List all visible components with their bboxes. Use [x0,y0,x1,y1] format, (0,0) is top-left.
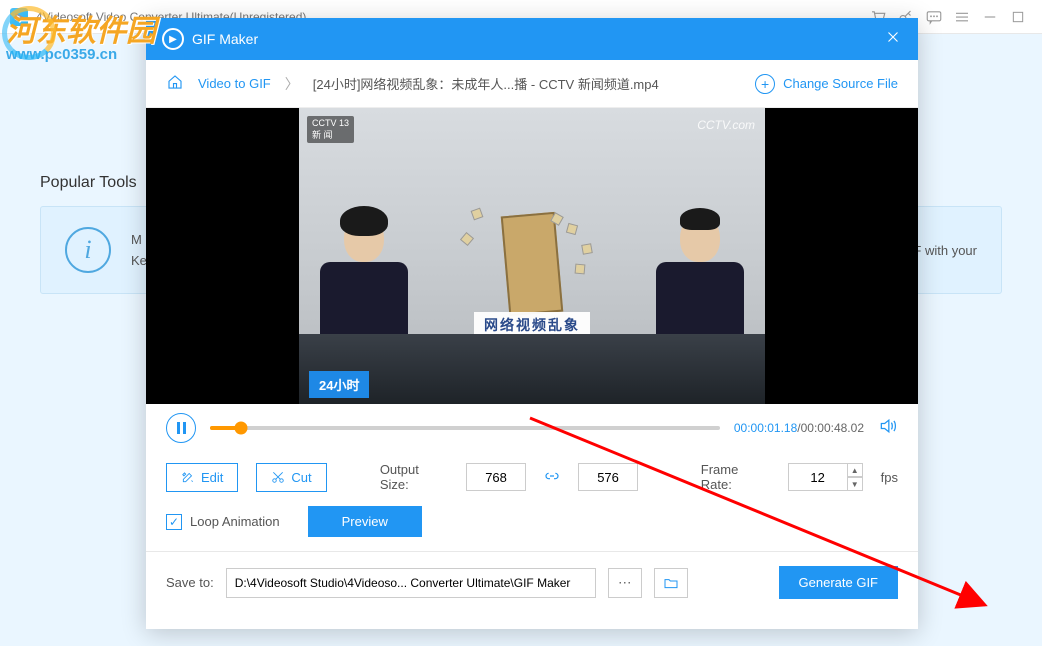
edit-label: Edit [201,470,223,485]
menu-icon[interactable] [948,3,976,31]
seek-slider[interactable] [210,426,720,430]
cut-button[interactable]: Cut [256,463,326,492]
output-width-input[interactable] [466,463,526,491]
save-to-label: Save to: [166,575,214,590]
minimize-icon[interactable] [976,3,1004,31]
fps-label: fps [881,470,898,485]
cctv-logo-right: CCTV.com [697,118,755,132]
info-text-tail: F with your [913,243,977,258]
time-current: 00:00:01.18 [734,421,797,435]
pause-button[interactable] [166,413,196,443]
gif-icon: ▶ [162,28,184,50]
link-icon[interactable] [544,468,560,487]
video-preview: CCTV 13 新 闻 CCTV.com 网络视频乱象 24小时 [146,108,918,404]
cut-label: Cut [291,470,311,485]
chevron-right-icon: 〉 [285,74,299,94]
open-folder-button[interactable] [654,568,688,598]
modal-header: ▶ GIF Maker [146,18,918,60]
save-path-input[interactable] [226,568,596,598]
home-icon[interactable] [166,73,184,94]
loop-label: Loop Animation [190,514,280,529]
frame-rate-label: Frame Rate: [701,462,770,492]
output-height-input[interactable] [578,463,638,491]
time-total: /00:00:48.02 [797,421,864,435]
breadcrumb-step2: [24小时]网络视频乱象：未成年人...播 - CCTV 新闻频道.mp4 [313,74,659,93]
modal-title: GIF Maker [192,31,884,47]
loop-checkbox[interactable]: ✓ [166,514,182,530]
breadcrumb: Video to GIF 〉 [24小时]网络视频乱象：未成年人...播 - C… [146,60,918,108]
generate-gif-button[interactable]: Generate GIF [779,566,898,599]
change-source-button[interactable]: + Change Source File [755,74,898,94]
settings-row: Edit Cut Output Size: Frame Rate: ▲ ▼ fp… [146,452,918,492]
maximize-icon[interactable] [1004,3,1032,31]
frame-rate-down[interactable]: ▼ [847,477,863,491]
playback-controls: 00:00:01.18/00:00:48.02 [146,404,918,452]
app-logo-icon [10,8,28,26]
cctv-logo-left: CCTV 13 新 闻 [307,116,354,143]
time-display: 00:00:01.18/00:00:48.02 [734,421,864,435]
change-source-label: Change Source File [783,76,898,91]
info-icon: i [65,227,111,273]
gif-maker-modal: ▶ GIF Maker Video to GIF 〉 [24小时]网络视频乱象：… [146,18,918,629]
output-size-label: Output Size: [380,462,448,492]
close-icon[interactable] [884,28,902,51]
plus-icon: + [755,74,775,94]
frame-rate-up[interactable]: ▲ [847,463,863,477]
volume-icon[interactable] [878,416,898,441]
video-frame: CCTV 13 新 闻 CCTV.com 网络视频乱象 24小时 [299,108,765,404]
loop-row: ✓ Loop Animation Preview [146,492,918,551]
breadcrumb-step1[interactable]: Video to GIF [198,76,271,91]
preview-button[interactable]: Preview [308,506,422,537]
frame-rate-input[interactable] [788,463,848,491]
video-time-badge: 24小时 [309,371,369,398]
edit-button[interactable]: Edit [166,463,238,492]
chat-icon[interactable] [920,3,948,31]
save-row: Save to: ⋯ Generate GIF [146,552,918,613]
browse-button[interactable]: ⋯ [608,568,642,598]
